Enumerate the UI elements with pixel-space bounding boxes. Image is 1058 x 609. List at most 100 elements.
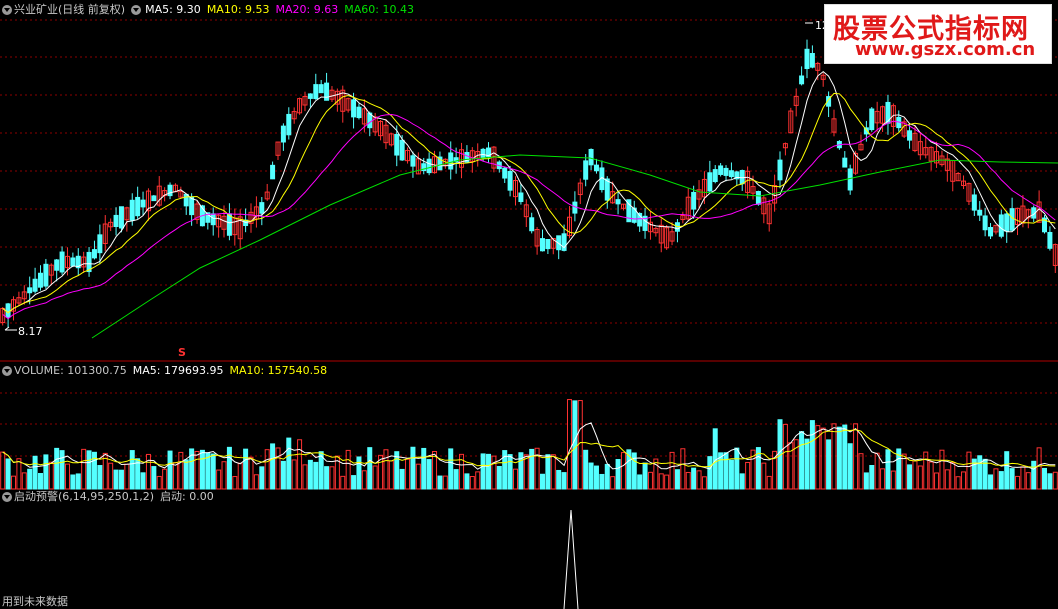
volume-bar [799,431,805,490]
volume-bar [275,447,281,490]
volume-bar [507,454,513,490]
ma5-line [2,70,1056,314]
collapse-icon[interactable] [2,366,12,376]
volume-bar [162,468,168,490]
volume-bar [307,459,313,490]
ma20-line [2,113,1056,320]
volume-bar [421,447,427,490]
volume-bar [880,468,886,490]
volume-bar [118,469,124,490]
volume-bar [324,466,330,490]
volume-bar [124,463,130,490]
volume-value: VOLUME: 101300.75 [14,364,127,377]
volume-bar [734,447,740,490]
ma20-value: MA20: 9.63 [275,3,339,16]
volume-bar [815,425,821,490]
watermark-url: www.gszx.com.cn [855,39,1036,60]
candle-body [998,214,1004,237]
volume-bar [54,447,60,490]
volume-bar [426,459,432,490]
volume-bar [858,453,864,490]
volume-bar [642,462,648,490]
volume-bar [399,468,405,490]
volume-bar [437,475,443,490]
volume-bar [302,464,308,490]
volume-bar [405,458,411,490]
candle-body [259,202,265,214]
volume-bar [194,450,200,490]
volume-bar [388,460,394,490]
volume-bar [874,452,880,490]
candle-body [113,214,119,228]
volume-bar [993,468,999,490]
volume-bar [928,461,934,490]
candle-body [129,199,135,221]
indicator-panel-header: 启动预警(6,14,95,250,1,2) 启动: 0.00 [2,490,214,504]
volume-ma10-value: MA10: 157540.58 [229,364,328,377]
candle-body [777,159,783,181]
volume-bar [685,471,691,490]
volume-bar [761,462,767,490]
volume-bar [1004,451,1010,490]
volume-bar [788,442,794,490]
volume-bar [923,451,929,490]
candle-body [809,53,815,68]
candle-body [286,113,292,136]
candle-body [718,165,724,175]
collapse-icon[interactable] [2,492,12,502]
volume-bar [707,456,713,490]
volume-bar [48,461,54,490]
candle-body [5,303,11,318]
volume-bar [917,465,923,490]
volume-bar [221,461,227,490]
volume-bar [297,439,303,490]
volume-ma5-value: MA5: 179693.95 [132,364,224,377]
candle-body [118,206,124,229]
candle-body [804,48,810,70]
candle-body [977,209,983,216]
volume-bar [847,443,853,490]
candle-body [739,170,745,185]
collapse-icon[interactable] [2,5,12,15]
volume-bar [1047,473,1053,490]
ma5-value: MA5: 9.30 [145,3,201,16]
volume-bar [739,473,745,490]
candle-body [480,148,486,159]
chart-canvas [0,19,1058,609]
volume-bar [37,473,43,490]
dropdown-icon[interactable] [131,5,142,15]
volume-bar [216,469,222,490]
volume-bar [701,476,707,490]
volume-bar [523,454,529,490]
volume-bar [912,460,918,490]
candle-body [545,238,551,250]
volume-bar [351,475,357,490]
volume-bar [647,471,653,490]
volume-bar [86,450,92,490]
candle-body [1047,231,1053,249]
volume-bar [539,473,545,490]
volume-bar [140,472,146,490]
volume-bar [270,443,276,490]
volume-bar [81,448,87,490]
volume-bar [21,472,27,490]
candle-body [307,93,313,99]
candle-body [426,158,432,174]
candle-body [971,194,977,211]
volume-bar [556,469,562,490]
volume-bar [442,475,448,490]
candle-body [539,238,545,252]
indicator-value: 启动: 0.00 [160,490,214,503]
volume-bar [820,427,826,490]
candle-body [313,84,319,100]
volume-bar [658,473,664,490]
ma10-value: MA10: 9.53 [206,3,270,16]
volume-bar [723,452,729,490]
future-data-note: 用到未来数据 [2,595,68,608]
volume-bar [259,466,265,490]
candle-body [588,148,594,166]
candle-body [280,125,286,143]
candle-body [982,215,988,231]
volume-bar [869,464,875,490]
candle-body [410,155,416,167]
